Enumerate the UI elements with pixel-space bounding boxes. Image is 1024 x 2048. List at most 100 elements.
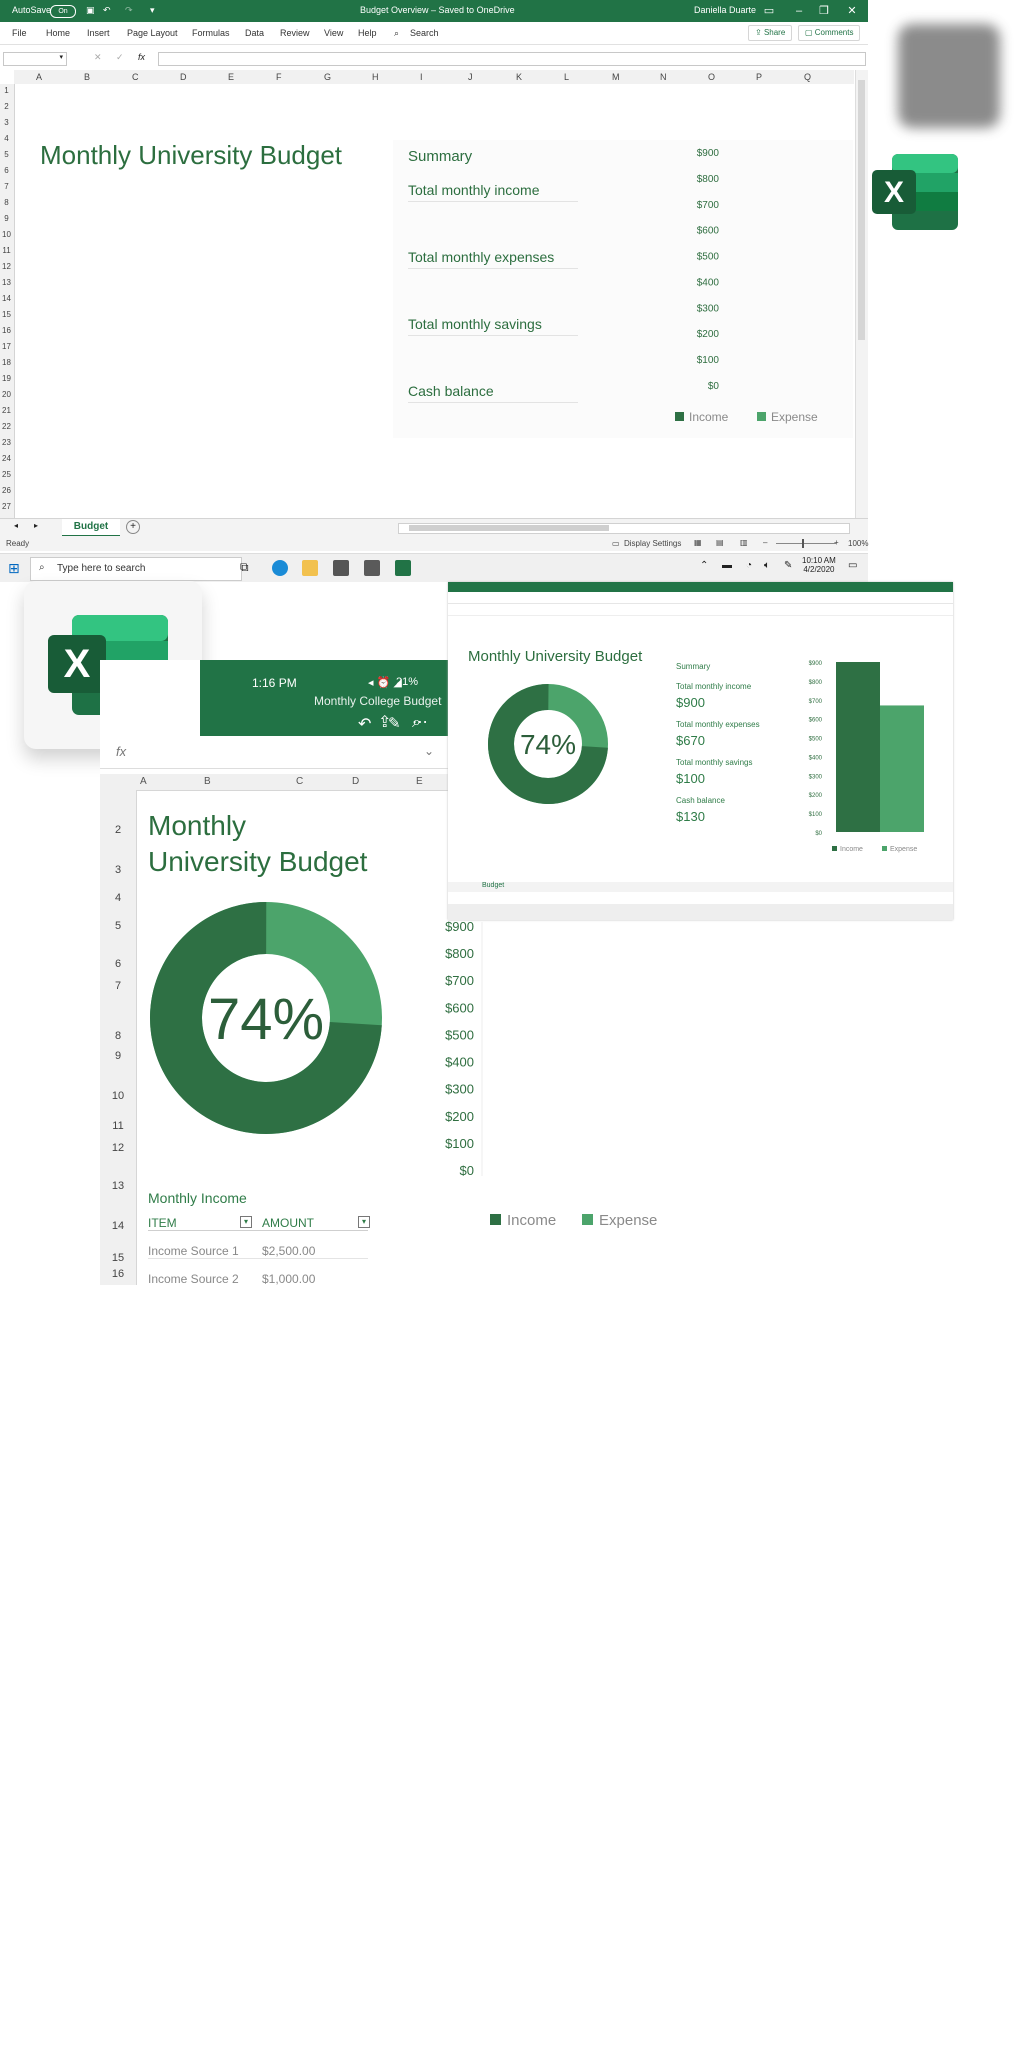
page-break-view-icon[interactable]: ▥ [740, 538, 748, 547]
phone-row-header-6[interactable]: 6 [100, 958, 136, 970]
row-header-26[interactable]: 26 [0, 486, 13, 495]
row-header-27[interactable]: 27 [0, 502, 13, 511]
phone-row-header-12[interactable]: 12 [100, 1142, 136, 1154]
row-header-4[interactable]: 4 [0, 134, 13, 143]
phone-row-header-10[interactable]: 10 [100, 1090, 136, 1102]
edge-icon[interactable] [272, 560, 288, 576]
network-icon[interactable]: ◔ [746, 560, 752, 571]
phone-row-header-11[interactable]: 11 [100, 1120, 136, 1132]
row-header-8[interactable]: 8 [0, 198, 13, 207]
horizontal-scroll-thumb[interactable] [409, 525, 609, 531]
ribbon-display-icon[interactable]: ▭ [760, 3, 778, 19]
column-header-E[interactable]: E [228, 72, 234, 82]
column-header-N[interactable]: N [660, 72, 667, 82]
row-header-21[interactable]: 21 [0, 406, 13, 415]
phone-row-header-15[interactable]: 15 [100, 1252, 136, 1264]
insert-function-icon[interactable]: fx [116, 744, 126, 759]
share-icon[interactable]: ⇪ [378, 712, 391, 732]
more-icon[interactable]: ⋯ [412, 712, 428, 732]
row-header-2[interactable]: 2 [0, 102, 13, 111]
comments-button[interactable]: ▢ Comments [798, 25, 861, 41]
menu-view[interactable]: View [324, 28, 343, 38]
preview-tab-budget[interactable]: Budget [482, 882, 504, 889]
row-header-17[interactable]: 17 [0, 342, 13, 351]
row-header-24[interactable]: 24 [0, 454, 13, 463]
autosave-toggle[interactable]: On [50, 5, 76, 18]
column-header-J[interactable]: J [468, 72, 473, 82]
save-icon[interactable]: ▣ [86, 5, 95, 16]
mail-icon[interactable] [333, 560, 349, 576]
table-row[interactable]: Income Source 2 $1,000.00 [148, 1272, 368, 1285]
zoom-out-icon[interactable]: – [763, 538, 767, 547]
phone-row-header-14[interactable]: 14 [100, 1220, 136, 1232]
zoom-slider-thumb[interactable] [802, 539, 804, 548]
display-settings[interactable]: Display Settings [624, 539, 681, 548]
restore-button[interactable]: ❐ [815, 3, 833, 19]
tab-budget[interactable]: Budget [62, 519, 120, 537]
undo-icon[interactable]: ↶ [358, 714, 371, 734]
row-header-20[interactable]: 20 [0, 390, 13, 399]
insert-function-icon[interactable]: fx [138, 52, 145, 62]
chevron-down-icon[interactable]: ⌄ [424, 744, 434, 758]
menu-data[interactable]: Data [245, 28, 264, 38]
notifications-icon[interactable]: ▭ [848, 560, 857, 571]
row-header-3[interactable]: 3 [0, 118, 13, 127]
row-header-5[interactable]: 5 [0, 150, 13, 159]
redo-icon[interactable]: ↷ [125, 5, 133, 16]
phone-row-header-4[interactable]: 4 [100, 892, 136, 904]
taskbar-search-input[interactable]: ⌕ Type here to search [30, 557, 242, 581]
zoom-slider[interactable] [776, 543, 836, 544]
worksheet-grid[interactable]: Monthly University Budget Summary Total … [15, 84, 854, 518]
chevron-up-icon[interactable]: ⌃ [700, 560, 708, 571]
row-header-13[interactable]: 13 [0, 278, 13, 287]
column-header-C[interactable]: C [132, 72, 139, 82]
row-header-14[interactable]: 14 [0, 294, 13, 303]
vertical-scroll-thumb[interactable] [858, 80, 865, 340]
store-icon[interactable] [364, 560, 380, 576]
horizontal-scrollbar[interactable] [398, 523, 850, 534]
phone-row-header-7[interactable]: 7 [100, 980, 136, 992]
zoom-level[interactable]: 100% [848, 539, 868, 548]
row-header-6[interactable]: 6 [0, 166, 13, 175]
menu-home[interactable]: Home [46, 28, 70, 38]
menu-search[interactable]: Search [410, 28, 439, 38]
menu-page-layout[interactable]: Page Layout [127, 28, 178, 38]
column-header-O[interactable]: O [708, 72, 715, 82]
phone-column-header-A[interactable]: A [140, 776, 147, 787]
column-header-Q[interactable]: Q [804, 72, 811, 82]
row-header-9[interactable]: 9 [0, 214, 13, 223]
column-header-P[interactable]: P [756, 72, 762, 82]
filter-dropdown-icon[interactable]: ▾ [240, 1216, 252, 1228]
customize-icon[interactable]: ▾ [150, 5, 155, 16]
page-layout-view-icon[interactable]: ▤ [716, 538, 724, 547]
formula-input[interactable] [158, 52, 866, 66]
task-view-icon[interactable]: ⧉ [240, 560, 256, 576]
phone-row-header-16[interactable]: 16 [100, 1268, 136, 1280]
zoom-in-icon[interactable]: + [834, 538, 839, 547]
table-row[interactable]: Income Source 1 $2,500.00 [148, 1244, 368, 1259]
row-header-11[interactable]: 11 [0, 246, 13, 255]
cancel-icon[interactable]: ✕ [94, 52, 102, 63]
phone-formula-bar[interactable]: fx ⌄ [100, 736, 448, 769]
column-header-H[interactable]: H [372, 72, 379, 82]
row-header-22[interactable]: 22 [0, 422, 13, 431]
menu-help[interactable]: Help [358, 28, 377, 38]
menu-formulas[interactable]: Formulas [192, 28, 230, 38]
row-header-16[interactable]: 16 [0, 326, 13, 335]
next-sheet-icon[interactable]: ▸ [34, 521, 38, 530]
column-header-L[interactable]: L [564, 72, 569, 82]
phone-row-header-9[interactable]: 9 [100, 1050, 136, 1062]
phone-row-header-8[interactable]: 8 [100, 1030, 136, 1042]
menu-file[interactable]: File [12, 28, 27, 38]
phone-row-header-5[interactable]: 5 [100, 920, 136, 932]
enter-icon[interactable]: ✓ [116, 52, 124, 63]
column-header-G[interactable]: G [324, 72, 331, 82]
column-header-B[interactable]: B [84, 72, 90, 82]
phone-column-header-B[interactable]: B [204, 776, 211, 787]
column-header-K[interactable]: K [516, 72, 522, 82]
row-header-25[interactable]: 25 [0, 470, 13, 479]
filter-dropdown-icon[interactable]: ▾ [358, 1216, 370, 1228]
phone-column-header-C[interactable]: C [296, 776, 303, 787]
column-header-M[interactable]: M [612, 72, 620, 82]
row-header-15[interactable]: 15 [0, 310, 13, 319]
